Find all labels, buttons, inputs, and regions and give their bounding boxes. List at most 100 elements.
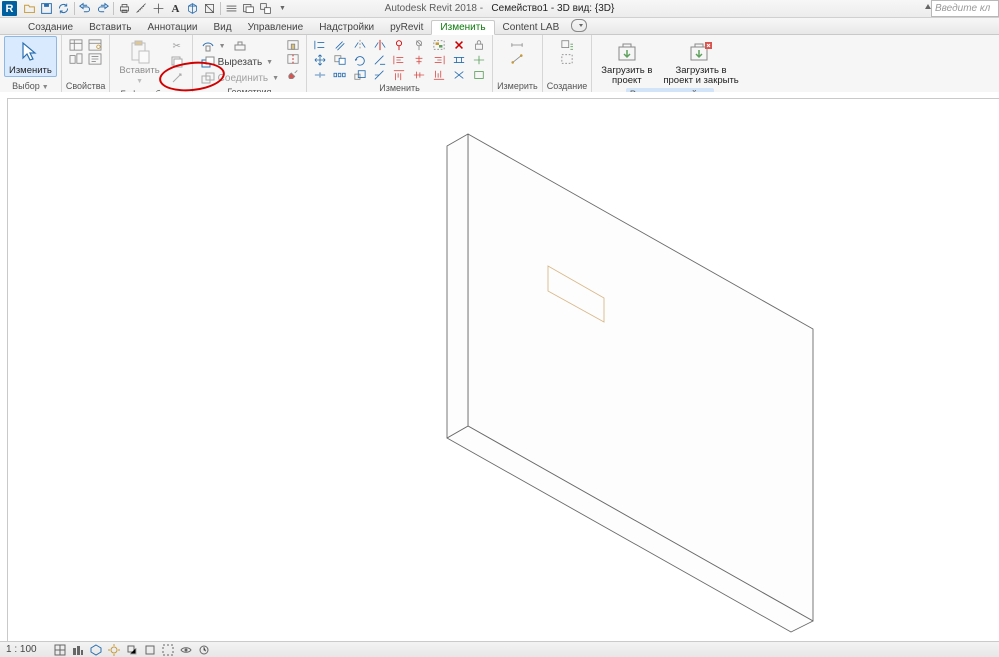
wall-opening-icon[interactable] — [284, 38, 302, 52]
constraint2-icon[interactable] — [470, 53, 488, 67]
align-middle-icon[interactable] — [410, 68, 428, 82]
create-similar-icon[interactable] — [558, 38, 576, 52]
tab-addins[interactable]: Надстройки — [311, 21, 382, 34]
text-icon[interactable]: A — [168, 1, 183, 16]
unpin-tool-icon[interactable] — [410, 38, 428, 52]
status-crop-region-icon[interactable] — [161, 643, 175, 657]
align-top-icon[interactable] — [390, 68, 408, 82]
close-hidden-icon[interactable] — [241, 1, 256, 16]
delete-tool-icon[interactable] — [450, 38, 468, 52]
panel-title-properties: Свойства — [66, 80, 106, 92]
thin-lines-icon[interactable] — [224, 1, 239, 16]
constraint3-icon[interactable] — [450, 68, 468, 82]
join-geometry-button: Соединить▼ — [197, 70, 283, 86]
array-tool-icon[interactable] — [331, 68, 349, 82]
panel-title-create: Создание — [547, 80, 588, 92]
tab-annotations[interactable]: Аннотации — [140, 21, 206, 34]
measure-icon[interactable] — [134, 1, 149, 16]
status-visual-style-icon[interactable] — [89, 643, 103, 657]
status-shadows-icon[interactable] — [125, 643, 139, 657]
panel-geometry: ▼ Вырезать▼ Соединить▼ Геометрия — [193, 35, 307, 92]
ribbon: Изменить Выбор▼ Свойства Вс — [0, 35, 999, 93]
measure-between-icon[interactable] — [508, 52, 526, 66]
copy-tool-icon[interactable] — [331, 53, 349, 67]
scale-tool-icon[interactable] — [351, 68, 369, 82]
lock-tool-icon[interactable] — [470, 38, 488, 52]
save-icon[interactable] — [39, 1, 54, 16]
document-title: Семейство1 - 3D вид: {3D} — [491, 3, 614, 14]
split-face-icon[interactable] — [284, 52, 302, 66]
redo-icon[interactable] — [95, 1, 110, 16]
rotate-tool-icon[interactable] — [351, 53, 369, 67]
align-right-icon[interactable] — [430, 53, 448, 67]
status-model-graphics-icon[interactable] — [53, 643, 67, 657]
open-icon[interactable] — [22, 1, 37, 16]
tab-modify[interactable]: Изменить — [431, 20, 494, 35]
group-tool-icon[interactable] — [430, 38, 448, 52]
panel-title-measure: Измерить — [497, 80, 538, 92]
undo-icon[interactable] — [78, 1, 93, 16]
ribbon-tabs: Создание Вставить Аннотации Вид Управлен… — [0, 18, 999, 35]
panel-title-select: Выбор▼ — [12, 80, 49, 92]
type-properties-icon[interactable] — [86, 38, 104, 52]
load-into-project-close-button[interactable]: Загрузить впроект и закрыть — [658, 36, 743, 87]
panel-select: Изменить Выбор▼ — [0, 35, 62, 92]
tab-bubble-icon[interactable] — [571, 19, 587, 32]
move-tool-icon[interactable] — [311, 53, 329, 67]
drawing-canvas[interactable] — [0, 92, 999, 642]
search-input[interactable]: Введите кл — [931, 0, 999, 17]
align-bottom-icon[interactable] — [430, 68, 448, 82]
tab-insert[interactable]: Вставить — [81, 21, 139, 34]
tab-create[interactable]: Создание — [20, 21, 81, 34]
copy-clipboard-icon — [166, 54, 188, 70]
constraint1-icon[interactable] — [450, 53, 468, 67]
tab-contentlab[interactable]: Content LAB — [495, 21, 568, 34]
load-project-close-icon — [688, 39, 714, 65]
status-detail-level-icon[interactable] — [71, 643, 85, 657]
tab-pyrevit[interactable]: pyRevit — [382, 21, 431, 34]
app-logo-icon[interactable]: R — [2, 1, 17, 16]
panel-measure: Измерить — [493, 35, 543, 92]
mirror-pick-icon[interactable] — [351, 38, 369, 52]
customize-qat-icon[interactable]: ▼ — [275, 1, 290, 16]
load-into-project-button[interactable]: Загрузить впроект — [596, 36, 657, 87]
status-hide-isolate-icon[interactable] — [179, 643, 193, 657]
switch-windows-icon[interactable] — [258, 1, 273, 16]
paste-button[interactable]: Вставить▼ — [114, 36, 164, 88]
offset-tool-icon[interactable] — [331, 38, 349, 52]
cope-button[interactable]: ▼ — [197, 38, 283, 54]
align-left-icon[interactable] — [390, 53, 408, 67]
pin-tool-icon[interactable] — [390, 38, 408, 52]
section-icon[interactable] — [202, 1, 217, 16]
create-group-icon[interactable] — [558, 52, 576, 66]
paste-icon — [127, 39, 153, 65]
properties-icon[interactable] — [67, 38, 85, 52]
print-icon[interactable] — [117, 1, 132, 16]
3d-icon[interactable] — [185, 1, 200, 16]
mirror-draw-icon[interactable] — [371, 38, 389, 52]
cut-clipboard-icon: ✂ — [166, 38, 188, 54]
project-units-icon[interactable] — [86, 52, 104, 66]
status-crop-icon[interactable] — [143, 643, 157, 657]
sync-icon[interactable] — [56, 1, 71, 16]
align-icon[interactable] — [151, 1, 166, 16]
trim-extend-icon[interactable] — [371, 53, 389, 67]
panel-modify: Изменить — [307, 35, 493, 92]
paint-icon[interactable] — [284, 66, 302, 80]
app-title: Autodesk Revit 2018 - — [385, 3, 483, 14]
family-types-icon[interactable] — [67, 52, 85, 66]
status-reveal-icon[interactable] — [197, 643, 211, 657]
tab-view[interactable]: Вид — [206, 21, 240, 34]
tab-manage[interactable]: Управление — [240, 21, 312, 34]
modify-button[interactable]: Изменить — [4, 36, 57, 77]
constraint4-icon[interactable] — [470, 68, 488, 82]
load-project-icon — [614, 39, 640, 65]
status-sun-path-icon[interactable] — [107, 643, 121, 657]
status-scale[interactable]: 1 : 100 — [6, 644, 37, 655]
align-center-icon[interactable] — [410, 53, 428, 67]
dimension-icon[interactable] — [508, 38, 526, 52]
trim-single-icon[interactable] — [371, 68, 389, 82]
align-tool-icon[interactable] — [311, 38, 329, 52]
cut-geometry-button[interactable]: Вырезать▼ — [197, 54, 283, 70]
split-tool-icon[interactable] — [311, 68, 329, 82]
